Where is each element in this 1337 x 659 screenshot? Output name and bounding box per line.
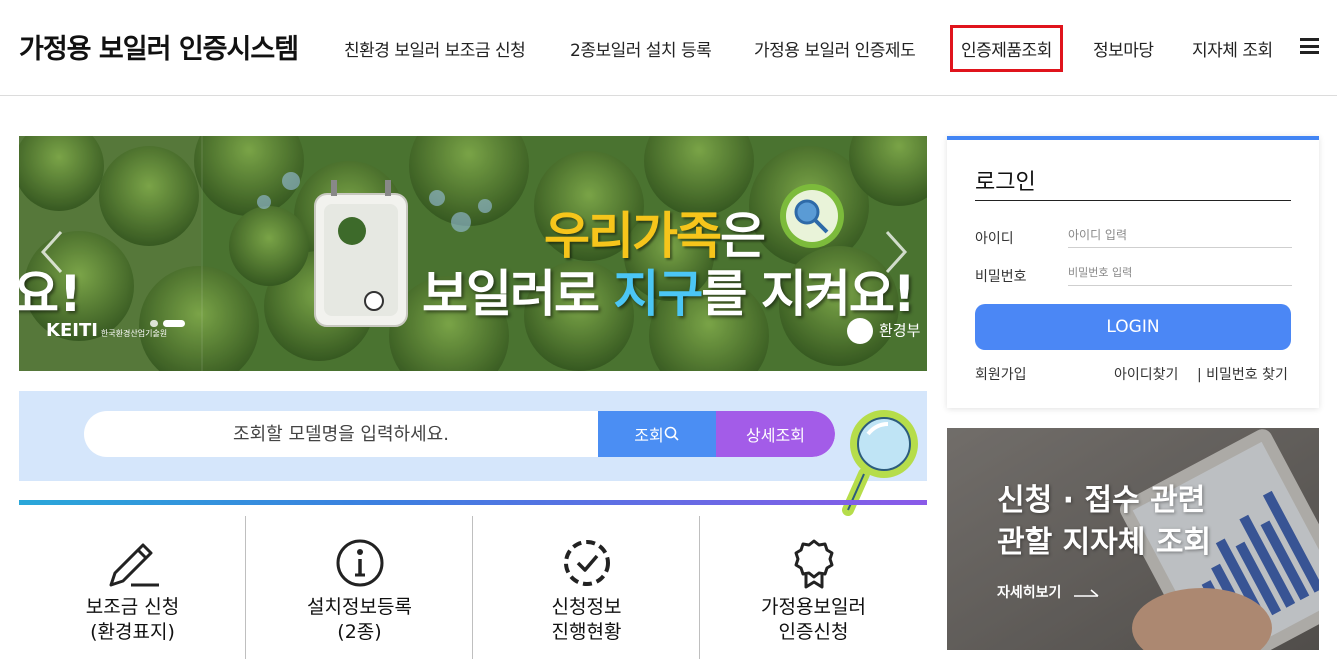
model-search-panel: 조회 상세조회 bbox=[19, 391, 927, 481]
quick-subsidy-application[interactable]: 보조금 신청 (환경표지) bbox=[19, 505, 246, 659]
keiti-logo: KEITI 한국환경산업기술원 bbox=[46, 320, 168, 341]
signup-link[interactable]: 회원가입 bbox=[975, 364, 1027, 384]
nav-certified-products[interactable]: 인증제품조회 bbox=[950, 25, 1063, 72]
boiler-illustration bbox=[314, 180, 408, 327]
detail-search-button[interactable]: 상세조회 bbox=[716, 411, 835, 457]
nav-certification-system[interactable]: 가정용 보일러 인증제도 bbox=[754, 36, 916, 61]
login-button[interactable]: LOGIN bbox=[975, 304, 1291, 350]
nav-local-government[interactable]: 지자체 조회 bbox=[1192, 36, 1273, 61]
login-title: 로그인 bbox=[975, 164, 1291, 201]
promo-more-label: 자세히보기 bbox=[997, 585, 1062, 601]
id-label: 아이디 bbox=[975, 231, 1014, 247]
nav-type2-install-registration[interactable]: 2종보일러 설치 등록 bbox=[570, 36, 712, 61]
local-government-promo[interactable]: 신청 · 접수 관련 관할 지자체 조회 자세히보기 bbox=[947, 428, 1319, 650]
quick-install-registration[interactable]: 설치정보등록 (2종) bbox=[246, 505, 473, 659]
nav-subsidy-application[interactable]: 친환경 보일러 보조금 신청 bbox=[344, 36, 526, 61]
id-input[interactable] bbox=[1068, 222, 1292, 248]
quick-label: 설치정보등록 (2종) bbox=[307, 596, 412, 643]
check-circle-icon bbox=[564, 540, 610, 586]
search-icon bbox=[664, 426, 679, 441]
nav-info[interactable]: 정보마당 bbox=[1093, 36, 1154, 61]
find-id-link[interactable]: 아이디찾기 bbox=[1114, 364, 1178, 384]
site-logo[interactable]: 가정용 보일러 인증시스템 bbox=[19, 27, 299, 66]
banner-next-arrow-icon[interactable] bbox=[881, 228, 911, 276]
login-panel: 로그인 아이디 비밀번호 LOGIN 회원가입 아이디찾기 | 비밀번호 찾기 bbox=[947, 136, 1319, 408]
quick-label: 보조금 신청 (환경표지) bbox=[85, 596, 180, 643]
site-header: 가정용 보일러 인증시스템 친환경 보일러 보조금 신청 2종보일러 설치 등록… bbox=[0, 0, 1337, 96]
quick-label: 신청정보 진행현황 bbox=[551, 596, 622, 643]
password-input[interactable] bbox=[1068, 260, 1292, 286]
promo-title: 신청 · 접수 관련 관할 지자체 조회 bbox=[997, 483, 1212, 560]
main-banner[interactable]: 요! 우리가족은 보일러로 지구를 지켜요! KEITI 한국환경산업기술원 환경… bbox=[19, 136, 927, 371]
arrow-right-icon bbox=[1074, 589, 1099, 597]
info-icon bbox=[336, 539, 384, 587]
quick-application-status[interactable]: 신청정보 진행현황 bbox=[473, 505, 700, 659]
find-password-link[interactable]: | 비밀번호 찾기 bbox=[1197, 364, 1288, 384]
quick-label: 가정용보일러 인증신청 bbox=[761, 596, 866, 643]
search-button-label: 조회 bbox=[634, 426, 664, 445]
award-icon bbox=[794, 539, 834, 589]
ministry-emblem-icon bbox=[847, 318, 873, 344]
pencil-icon bbox=[109, 543, 159, 587]
model-search-input[interactable] bbox=[84, 411, 598, 457]
search-box: 조회 상세조회 bbox=[84, 411, 835, 457]
banner-prev-arrow-icon[interactable] bbox=[37, 228, 67, 276]
ministry-logo: 환경부 bbox=[847, 318, 920, 344]
banner-headline-2: 보일러로 지구를 지켜요! bbox=[422, 265, 916, 323]
password-label: 비밀번호 bbox=[975, 269, 1027, 285]
promo-more-link[interactable]: 자세히보기 bbox=[997, 582, 1100, 602]
quick-certification-application[interactable]: 가정용보일러 인증신청 bbox=[700, 505, 927, 659]
hamburger-icon[interactable] bbox=[1300, 38, 1319, 54]
search-button[interactable]: 조회 bbox=[598, 411, 716, 457]
